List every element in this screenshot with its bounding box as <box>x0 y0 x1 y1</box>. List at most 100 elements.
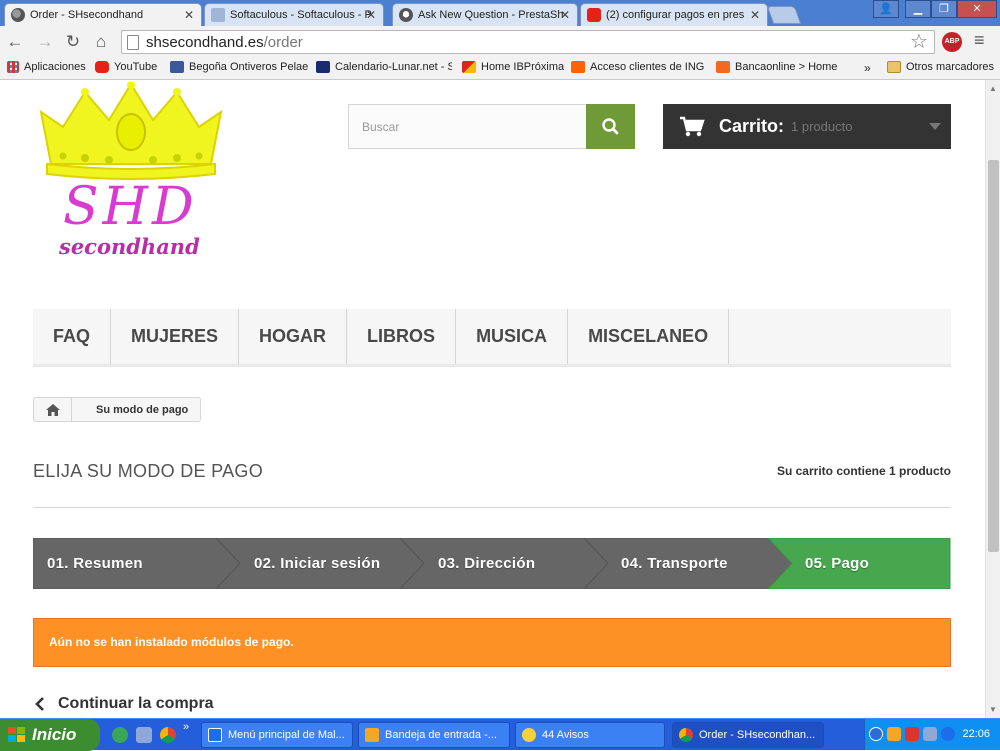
page-scrollbar[interactable]: ▲ ▼ <box>985 80 1000 718</box>
bk-icon <box>716 61 730 73</box>
tray-app-icon[interactable] <box>887 727 901 741</box>
tab-prestashop[interactable]: Ask New Question - PrestaSh ✕ <box>392 3 578 26</box>
address-bar[interactable]: shsecondhand.es/order <box>121 30 935 54</box>
bookmark-iberia[interactable]: Home IBPróxima <box>462 61 564 73</box>
other-bookmarks[interactable]: Otros marcadores <box>887 61 994 73</box>
bookmark-youtube[interactable]: YouTube <box>95 61 157 73</box>
tab-softaculous[interactable]: Softaculous - Softaculous - P ✕ <box>204 3 384 26</box>
chrome-quicklaunch-icon[interactable] <box>160 727 176 743</box>
tab-youtube[interactable]: (2) configurar pagos en pres ✕ <box>580 3 768 26</box>
search-button[interactable] <box>586 104 635 149</box>
tab-order[interactable]: Order - SHsecondhand ✕ <box>4 3 202 26</box>
divider <box>33 507 951 508</box>
continue-shopping-label: Continuar la compra <box>58 695 214 712</box>
cart-label: Carrito: <box>719 116 785 136</box>
search-icon <box>602 118 619 135</box>
clock: 22:06 <box>962 728 990 740</box>
softaculous-icon <box>211 8 225 22</box>
cart-icon <box>680 116 705 137</box>
menu-item-faq[interactable]: FAQ <box>33 309 112 364</box>
task-mail[interactable]: Menú principal de Mal... <box>201 722 353 748</box>
cart-count: 1 producto <box>791 119 853 134</box>
minimize-button[interactable]: ▁ <box>905 0 931 18</box>
tray-security-icon[interactable] <box>905 727 919 741</box>
reload-button[interactable]: ↻ <box>62 31 84 53</box>
menu-item-musica[interactable]: MUSICA <box>456 309 569 364</box>
task-chrome[interactable]: Order - SHsecondhan... <box>672 722 824 748</box>
scroll-up-icon[interactable]: ▲ <box>989 84 997 93</box>
close-tab-icon[interactable]: ✕ <box>184 8 194 22</box>
profile-button[interactable]: 👤 <box>873 0 899 18</box>
bookmark-calendario[interactable]: Calendario-Lunar.net - S <box>316 61 452 73</box>
bookmark-star-icon[interactable]: ☆ <box>910 29 928 54</box>
tray-expand-icon[interactable] <box>869 727 883 741</box>
warning-alert: Aún no se han instalado módulos de pago. <box>33 618 951 667</box>
step-resumen[interactable]: 01. Resumen <box>47 538 143 589</box>
site-logo[interactable]: SHD secondhand <box>33 81 229 268</box>
menu-item-hogar[interactable]: HOGAR <box>239 309 348 364</box>
bell-icon <box>522 728 536 742</box>
logo-text: SHD <box>63 177 198 237</box>
bookmarks-overflow-button[interactable]: » <box>864 61 871 75</box>
forward-button[interactable]: → <box>34 31 56 53</box>
task-avisos[interactable]: 44 Avisos <box>515 722 665 748</box>
tray-volume-icon[interactable] <box>941 727 955 741</box>
start-button[interactable]: Inicio <box>0 719 100 751</box>
step-direccion[interactable]: 03. Dirección <box>438 538 535 589</box>
step-transporte[interactable]: 04. Transporte <box>621 538 728 589</box>
menu-item-libros[interactable]: LIBROS <box>347 309 457 364</box>
search-placeholder: Buscar <box>362 120 400 134</box>
moon-icon <box>316 61 330 73</box>
ing-icon <box>571 61 585 73</box>
bookmark-bancaonline[interactable]: Bancaonline > Home <box>716 61 837 73</box>
cart-summary-text: Su carrito contiene 1 producto <box>776 464 951 478</box>
utorrent-icon[interactable] <box>112 727 128 743</box>
maximize-button[interactable]: ❐ <box>931 0 957 18</box>
bookmark-apps[interactable]: Aplicaciones <box>7 61 86 73</box>
continue-shopping-link[interactable]: Continuar la compra <box>33 695 214 713</box>
bookmark-ing[interactable]: Acceso clientes de ING D <box>571 61 707 73</box>
start-label: Inicio <box>32 725 77 744</box>
step-iniciar-sesion[interactable]: 02. Iniciar sesión <box>254 538 380 589</box>
main-menu: FAQ MUJERES HOGAR LIBROS MUSICA MISCELAN… <box>33 309 951 367</box>
home-button[interactable]: ⌂ <box>90 31 112 53</box>
desktop-icon[interactable] <box>136 727 152 743</box>
prestashop-icon <box>399 8 413 22</box>
breadcrumb-current: Su modo de pago <box>96 403 189 416</box>
url-path: /order <box>263 34 303 51</box>
windows-taskbar: Inicio » Menú principal de Mal... Bandej… <box>0 718 1000 751</box>
scrollbar-thumb[interactable] <box>988 160 999 552</box>
browser-tabstrip: Order - SHsecondhand ✕ Softaculous - Sof… <box>0 0 1000 26</box>
close-tab-icon[interactable]: ✕ <box>750 8 760 22</box>
chevron-left-icon <box>35 697 44 711</box>
breadcrumb: Su modo de pago <box>33 397 202 422</box>
globe-icon <box>11 8 25 22</box>
system-tray: 22:06 <box>864 719 1000 750</box>
menu-item-mujeres[interactable]: MUJERES <box>111 309 240 364</box>
step-pago: 05. Pago <box>805 555 870 572</box>
inbox-icon <box>365 728 379 742</box>
folder-icon <box>887 61 901 73</box>
close-tab-icon[interactable]: ✕ <box>366 8 376 22</box>
search-input[interactable]: Buscar <box>348 104 587 149</box>
youtube-icon <box>587 8 601 22</box>
tray-network-icon[interactable] <box>923 727 937 741</box>
logo-subtitle: secondhand <box>59 234 200 259</box>
bookmark-facebook[interactable]: Begoña Ontiveros Pelae <box>170 61 308 73</box>
adblock-plus-icon[interactable]: ABP <box>942 32 962 52</box>
close-tab-icon[interactable]: ✕ <box>560 8 570 22</box>
home-icon <box>45 403 60 416</box>
quicklaunch-overflow-button[interactable]: » <box>183 721 189 733</box>
breadcrumb-home[interactable] <box>34 398 72 421</box>
scroll-down-icon[interactable]: ▼ <box>989 705 997 714</box>
chrome-menu-icon[interactable]: ≡ <box>974 30 985 51</box>
task-inbox[interactable]: Bandeja de entrada -... <box>358 722 510 748</box>
cart-button[interactable]: Carrito: 1 producto <box>663 104 951 149</box>
facebook-icon <box>170 61 184 73</box>
close-window-button[interactable]: ✕ <box>957 0 997 18</box>
menu-item-miscelaneo[interactable]: MISCELANEO <box>568 309 730 364</box>
new-tab-button[interactable] <box>766 6 802 24</box>
youtube-icon <box>95 61 109 73</box>
back-button[interactable]: ← <box>4 31 26 53</box>
bookmarks-bar: Aplicaciones YouTube Begoña Ontiveros Pe… <box>0 58 1000 80</box>
